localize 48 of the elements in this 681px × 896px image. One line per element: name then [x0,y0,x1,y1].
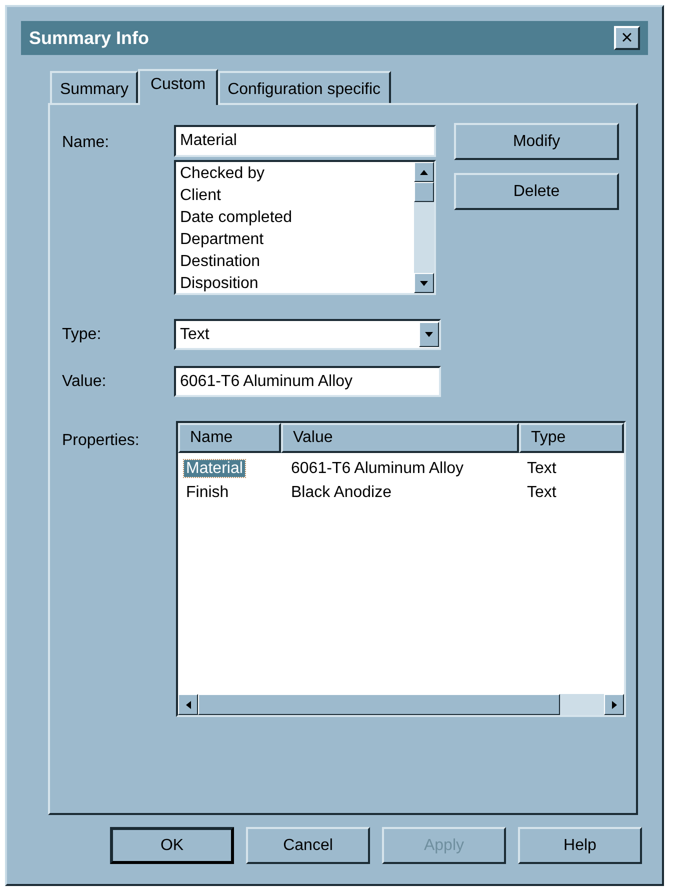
list-item[interactable]: Disposition [180,273,410,295]
dropdown-arrow-button[interactable] [419,322,439,347]
table-cell: Material [184,460,245,477]
scroll-thumb[interactable] [414,182,434,202]
scroll-left-button[interactable] [178,694,198,715]
table-cell-text: Black Anodize [290,484,392,501]
column-header[interactable]: Value [281,423,519,453]
name-field[interactable]: Material [174,125,436,157]
up-arrow-icon [420,170,428,174]
name-label: Name: [62,134,110,151]
scroll-right-button[interactable] [604,694,624,715]
close-button[interactable]: × [614,26,640,50]
action-button[interactable]: Delete [454,173,619,210]
dialog-button[interactable]: Cancel [246,827,370,864]
type-dropdown[interactable]: Text [174,319,441,350]
value-field[interactable]: 6061-T6 Aluminum Alloy [174,366,441,397]
value-label: Value: [62,372,106,390]
column-header[interactable]: Name [178,423,281,453]
name-list[interactable]: Checked by Client Date completed Department Destination Disposition [174,160,436,295]
list-item[interactable]: Date completed [180,207,410,229]
scrollbar[interactable] [414,162,434,293]
horizontal-scrollbar[interactable] [178,694,624,715]
right-arrow-icon [612,700,616,708]
down-arrow-icon [420,280,428,286]
scroll-down-button[interactable] [414,273,434,293]
list-item[interactable]: Department [180,229,410,251]
tab[interactable]: Custom [138,69,218,105]
list-item[interactable]: Client [180,185,410,207]
window-title: Summary Info [29,26,150,50]
caret-icon [425,332,433,337]
list-item[interactable]: Checked by [180,163,410,185]
action-button[interactable]: Modify [454,123,619,160]
tab[interactable]: Summary [50,71,138,103]
dialog-button[interactable]: Help [518,827,642,864]
table-cell-text: Text [526,484,556,501]
left-arrow-icon [186,700,190,708]
scroll-thumb[interactable] [198,694,560,715]
type-label: Type: [62,326,102,342]
dialog-button[interactable]: OK [110,827,234,864]
tab[interactable]: Configuration specific [218,71,391,103]
list-item[interactable]: Destination [180,251,410,273]
column-header[interactable]: Type [519,423,624,453]
scroll-up-button[interactable] [414,162,434,182]
properties-list[interactable]: Name Value Type Material 6061-T6 Aluminum Alloy Text Finish Black Anodize Text [176,421,626,717]
table-cell-text: Text [526,460,556,477]
table-cell-text: Finish [185,484,230,501]
table-cell-text: 6061-T6 Aluminum Alloy [290,460,464,477]
properties-label: Properties: [62,432,140,449]
